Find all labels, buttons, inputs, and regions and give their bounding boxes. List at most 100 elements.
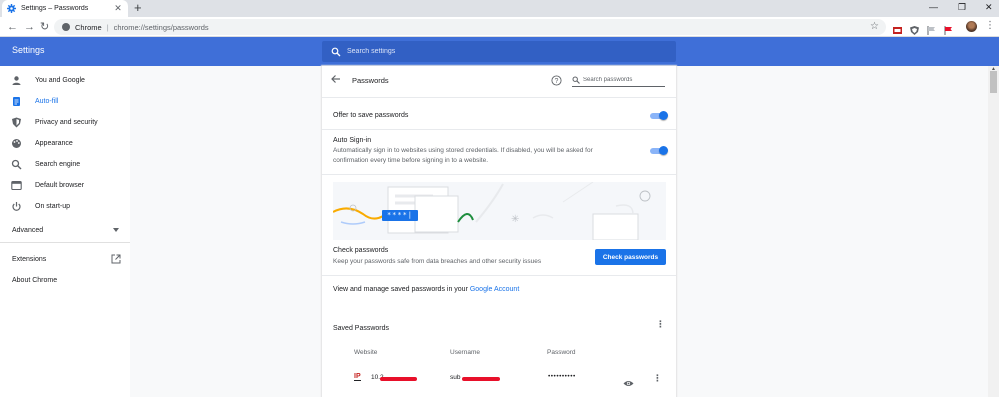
sidebar-item-appearance[interactable]: Appearance xyxy=(0,134,130,152)
sidebar-item-label: Privacy and security xyxy=(35,118,98,126)
illustration-password-field: ****| xyxy=(382,210,418,221)
sidebar-item-label: You and Google xyxy=(35,76,85,84)
sidebar-item-about-chrome[interactable]: About Chrome xyxy=(0,271,130,289)
profile-avatar[interactable] xyxy=(966,21,977,32)
bookmark-star-icon[interactable]: ☆ xyxy=(870,21,879,32)
site-favicon: IP xyxy=(354,373,361,381)
check-passwords-description: Keep your passwords safe from data breac… xyxy=(333,258,542,265)
sidebar-item-on-start-up[interactable]: On start-up xyxy=(0,197,130,215)
scrollbar-thumb[interactable] xyxy=(990,71,997,93)
ext-flag-icon[interactable] xyxy=(927,22,936,35)
search-icon xyxy=(572,76,580,84)
password-search-box[interactable] xyxy=(572,74,665,87)
saved-passwords-title: Saved Passwords xyxy=(333,325,390,332)
column-header-username: Username xyxy=(450,349,480,356)
divider xyxy=(322,275,676,276)
tab-title: Settings – Passwords xyxy=(21,5,89,12)
ext-red-flag-icon[interactable] xyxy=(944,22,953,35)
divider xyxy=(322,129,676,130)
ext-red-box-icon[interactable] xyxy=(893,22,902,34)
autofill-icon xyxy=(11,96,22,107)
sidebar-item-label: Default browser xyxy=(35,181,85,189)
page-title: Passwords xyxy=(352,76,389,85)
sidebar-advanced-toggle[interactable]: Advanced xyxy=(0,221,130,239)
reload-button[interactable]: ↻ xyxy=(40,20,49,34)
settings-search-input[interactable] xyxy=(347,48,647,55)
divider xyxy=(322,97,676,98)
chrome-page-icon xyxy=(62,23,70,31)
sidebar-about-label: About Chrome xyxy=(12,276,58,284)
row-password: •••••••••• xyxy=(548,373,576,380)
offer-to-save-label: Offer to save passwords xyxy=(333,112,409,119)
sidebar-item-label: On start-up xyxy=(35,202,71,210)
new-tab-button[interactable]: + xyxy=(134,1,142,15)
tab-close-icon[interactable]: ✕ xyxy=(113,3,123,14)
back-button[interactable]: ← xyxy=(7,20,18,34)
redaction-mark xyxy=(380,377,417,381)
forward-button[interactable]: → xyxy=(24,20,35,34)
close-window-button[interactable]: ✕ xyxy=(985,1,993,13)
tab-strip: Settings – Passwords ✕ + — ❐ ✕ xyxy=(0,0,999,17)
auto-signin-label: Auto Sign-in xyxy=(333,137,372,144)
person-icon xyxy=(11,75,22,86)
column-header-website: Website xyxy=(354,349,378,356)
browser-toolbar: ← → ↻ Chrome | chrome://settings/passwor… xyxy=(0,17,999,37)
omnibox-origin: Chrome xyxy=(75,22,102,32)
minimize-button[interactable]: — xyxy=(929,1,938,13)
maximize-button[interactable]: ❐ xyxy=(958,1,966,13)
toggle-knob xyxy=(659,111,668,120)
settings-gear-icon xyxy=(7,4,16,13)
password-search-input[interactable] xyxy=(583,77,663,83)
sidebar-item-search-engine[interactable]: Search engine xyxy=(0,155,130,173)
check-passwords-illustration: ✳ ****| xyxy=(333,182,666,240)
auto-signin-description-1: Automatically sign in to websites using … xyxy=(333,147,593,154)
manage-passwords-text: View and manage saved passwords in your xyxy=(333,286,470,293)
omnibox[interactable]: Chrome | chrome://settings/passwords ☆ xyxy=(54,19,886,35)
row-more-actions-icon[interactable]: ⋮ xyxy=(653,373,662,383)
illustration-mask: ****| xyxy=(386,211,414,219)
search-icon xyxy=(11,159,22,170)
sidebar-item-extensions[interactable]: Extensions xyxy=(0,250,130,268)
auto-signin-toggle[interactable] xyxy=(650,146,668,155)
svg-text:✳: ✳ xyxy=(511,214,519,225)
sidebar-item-you-and-google[interactable]: You and Google xyxy=(0,71,130,89)
sidebar-advanced-label: Advanced xyxy=(12,226,44,234)
caret-down-icon xyxy=(113,227,119,234)
manage-passwords-row: View and manage saved passwords in your … xyxy=(333,286,666,293)
omnibox-url: chrome://settings/passwords xyxy=(113,22,209,32)
help-icon[interactable]: ? xyxy=(551,75,562,86)
browser-menu-icon[interactable]: ⋮ xyxy=(985,20,995,32)
settings-search-box[interactable] xyxy=(322,41,676,62)
sidebar-extensions-label: Extensions xyxy=(12,255,47,263)
tab-settings-passwords[interactable]: Settings – Passwords ✕ xyxy=(2,0,128,17)
settings-sidebar: You and Google Auto-fill Privacy and sec… xyxy=(0,66,130,397)
back-arrow-icon[interactable] xyxy=(331,74,341,87)
sidebar-item-privacy-and-security[interactable]: Privacy and security xyxy=(0,113,130,131)
palette-icon xyxy=(11,138,22,149)
check-passwords-button[interactable]: Check passwords xyxy=(595,249,666,265)
column-header-password: Password xyxy=(547,349,576,356)
settings-header: Settings xyxy=(0,37,999,66)
page-scrollbar[interactable]: ▲ xyxy=(988,66,999,397)
open-in-new-icon xyxy=(111,254,121,266)
sidebar-divider xyxy=(0,242,130,243)
ext-shield-icon[interactable] xyxy=(910,22,919,35)
redaction-mark xyxy=(462,377,500,381)
passwords-card: Passwords ? Offer to save passwords Auto… xyxy=(322,66,676,397)
omnibox-separator: | xyxy=(106,22,109,32)
browser-icon xyxy=(11,180,22,191)
settings-title: Settings xyxy=(12,45,45,55)
sidebar-item-label: Auto-fill xyxy=(35,97,59,105)
google-account-link[interactable]: Google Account xyxy=(470,286,519,293)
shield-icon xyxy=(11,117,22,128)
sidebar-item-autofill[interactable]: Auto-fill xyxy=(0,92,130,110)
divider xyxy=(322,174,676,175)
power-icon xyxy=(11,201,22,212)
svg-text:?: ? xyxy=(555,78,559,85)
sidebar-item-default-browser[interactable]: Default browser xyxy=(0,176,130,194)
offer-to-save-toggle[interactable] xyxy=(650,111,668,120)
search-icon xyxy=(331,47,341,57)
saved-passwords-menu-icon[interactable]: ⋮ xyxy=(656,319,665,329)
toggle-knob xyxy=(659,146,668,155)
show-password-eye-icon[interactable] xyxy=(623,374,634,392)
